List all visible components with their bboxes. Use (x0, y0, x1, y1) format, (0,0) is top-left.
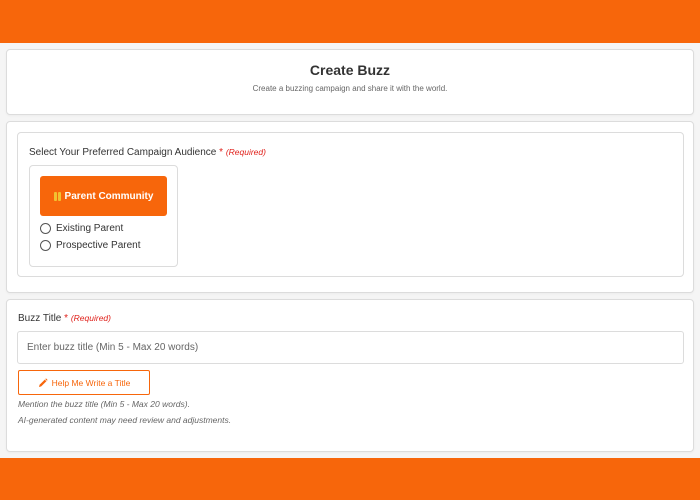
audience-section: Select Your Preferred Campaign Audience … (6, 121, 694, 293)
option-label: Prospective Parent (56, 240, 141, 251)
parent-community-label: Parent Community (64, 190, 154, 202)
pencil-icon (38, 377, 48, 387)
audience-label: Select Your Preferred Campaign Audience … (29, 147, 266, 158)
page-subtitle: Create a buzzing campaign and share it w… (252, 84, 448, 93)
option-prospective-parent[interactable]: Prospective Parent (40, 240, 141, 251)
buzz-title-label: Buzz Title * (Required) (18, 313, 111, 324)
people-icon (53, 191, 61, 201)
buzz-title-input[interactable] (17, 331, 684, 364)
option-label: Existing Parent (56, 223, 124, 234)
bottom-banner (0, 458, 700, 500)
option-existing-parent[interactable]: Existing Parent (40, 223, 123, 234)
ai-disclaimer: AI-generated content may need review and… (18, 415, 232, 425)
title-hint: Mention the buzz title (Min 5 - Max 20 w… (18, 399, 190, 409)
audience-panel: Select Your Preferred Campaign Audience … (17, 132, 684, 277)
help-write-title-button[interactable]: Help Me Write a Title (18, 370, 150, 395)
audience-option-group: Parent Community Existing Parent Prospec… (29, 165, 178, 267)
required-text: (Required) (70, 313, 111, 323)
header-card: Create Buzz Create a buzzing campaign an… (6, 49, 694, 115)
required-star: * (64, 313, 69, 324)
top-banner (0, 0, 700, 43)
required-text: (Required) (225, 147, 266, 157)
buzz-title-label-text: Buzz Title (18, 313, 62, 324)
page-title: Create Buzz (309, 62, 391, 78)
parent-community-button[interactable]: Parent Community (40, 176, 167, 216)
buzz-title-section: Buzz Title * (Required) Help Me Write a … (6, 299, 694, 452)
required-star: * (219, 147, 224, 158)
radio-prospective-parent[interactable] (40, 240, 51, 251)
help-write-title-label: Help Me Write a Title (51, 377, 131, 388)
audience-label-text: Select Your Preferred Campaign Audience (29, 147, 217, 158)
radio-existing-parent[interactable] (40, 223, 51, 234)
